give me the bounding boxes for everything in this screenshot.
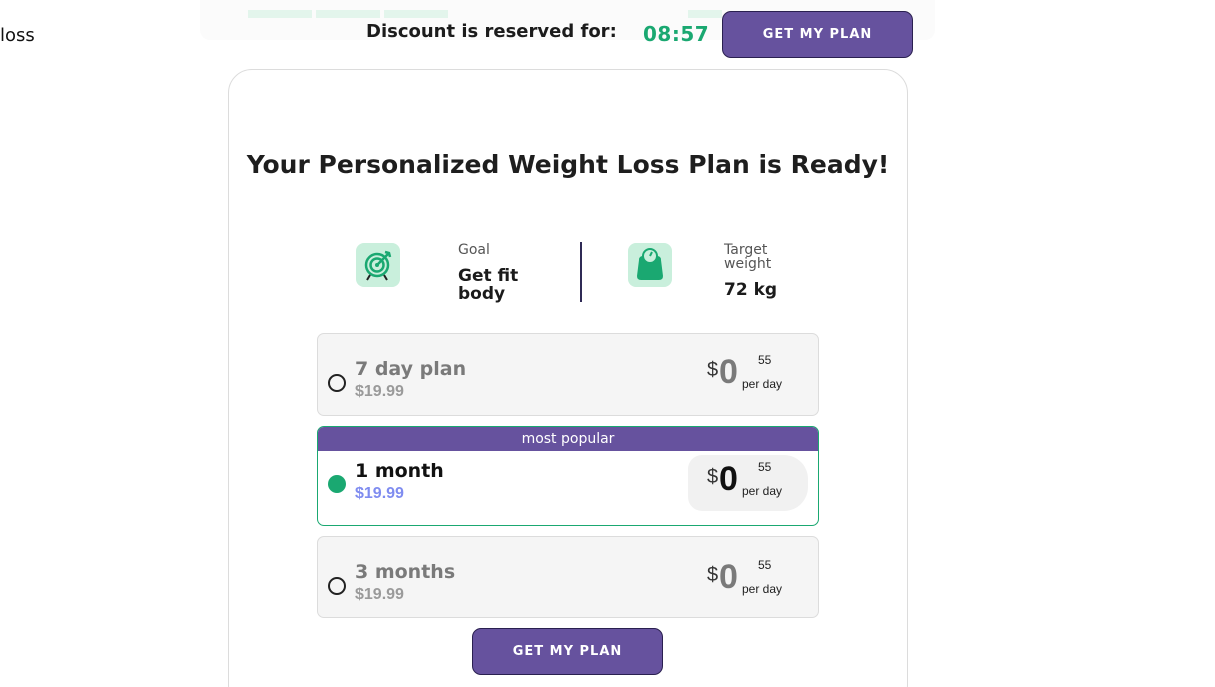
plan-name: 7 day plan: [355, 358, 467, 380]
radio-button[interactable]: [328, 577, 346, 595]
radio-button-selected[interactable]: [328, 475, 346, 493]
per-day-price: $ 0 55 per day: [688, 455, 808, 511]
plan-price: $19.99: [355, 586, 404, 603]
scale-icon: [628, 243, 672, 287]
discount-label: Discount is reserved for:: [366, 21, 617, 42]
progress-segment: [384, 10, 448, 18]
get-my-plan-button-bottom[interactable]: GET MY PLAN: [472, 628, 663, 675]
target-icon: [356, 243, 400, 287]
per-day-label: per day: [742, 582, 783, 596]
countdown-timer: 08:57: [643, 22, 710, 46]
currency-symbol: $: [707, 359, 719, 381]
radio-button[interactable]: [328, 374, 346, 392]
logo-fragment: loss: [0, 25, 35, 46]
currency-symbol: $: [707, 466, 719, 488]
progress-segment: [248, 10, 312, 18]
goal-value: Get fit body: [458, 266, 519, 304]
plan-option-7-day[interactable]: 7 day plan $19.99 $ 0 55 per day: [317, 333, 819, 416]
price-cents: 55: [758, 353, 772, 367]
price-cents: 55: [758, 460, 772, 474]
plan-option-3-months[interactable]: 3 months $19.99 $ 0 55 per day: [317, 536, 819, 618]
price-integer: 0: [719, 558, 738, 596]
plan-name: 1 month: [355, 460, 444, 482]
plan-name: 3 months: [355, 561, 456, 583]
plan-option-1-month[interactable]: most popular 1 month $19.99 $ 0 55 per d…: [317, 426, 819, 526]
price-integer: 0: [719, 353, 738, 391]
progress-segment: [688, 10, 722, 18]
divider: [580, 242, 582, 302]
target-caption: Target weight: [724, 242, 772, 272]
target-value: 72 kg: [724, 280, 778, 300]
plan-price: $19.99: [355, 485, 404, 502]
most-popular-badge: most popular: [318, 427, 818, 451]
progress-segment: [316, 10, 380, 18]
page-title: Your Personalized Weight Loss Plan is Re…: [246, 150, 890, 179]
price-cents: 55: [758, 558, 772, 572]
per-day-label: per day: [742, 484, 783, 498]
price-integer: 0: [719, 460, 738, 498]
per-day-price: $ 0 55 per day: [688, 348, 808, 404]
get-my-plan-button[interactable]: GET MY PLAN: [722, 11, 913, 58]
goal-caption: Goal: [458, 242, 490, 258]
currency-symbol: $: [707, 564, 719, 586]
per-day-label: per day: [742, 377, 783, 391]
per-day-price: $ 0 55 per day: [688, 553, 808, 609]
plan-price: $19.99: [355, 383, 404, 400]
